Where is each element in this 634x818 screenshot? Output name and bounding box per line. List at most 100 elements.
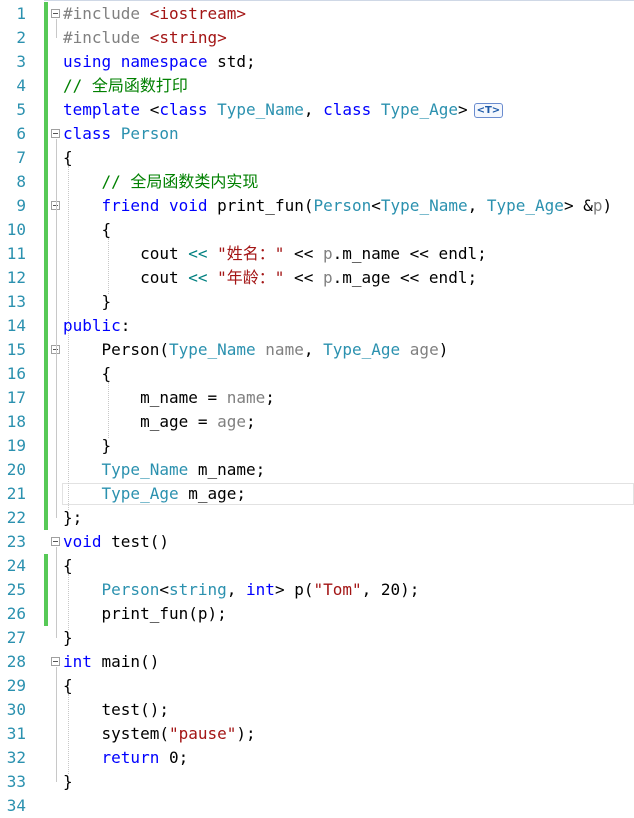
code-text[interactable]: cout << "姓名：" << p.m_name << endl; [63, 242, 487, 266]
code-text[interactable]: cout << "年龄：" << p.m_age << endl; [63, 266, 477, 290]
code-token: Type_Age [323, 340, 410, 359]
code-line[interactable]: 10 { [0, 218, 634, 242]
code-token: , [467, 196, 487, 215]
code-line[interactable]: 25 Person<string, int> p("Tom", 20); [0, 578, 634, 602]
code-text[interactable]: // 全局函数类内实现 [63, 170, 259, 194]
code-line[interactable]: 26 print_fun(p); [0, 602, 634, 626]
fold-outline [56, 547, 57, 638]
code-line[interactable]: 2 #include <string> [0, 26, 634, 50]
code-text[interactable]: public: [63, 314, 130, 338]
collapse-icon[interactable] [51, 537, 60, 546]
template-hint-icon[interactable]: <T> [473, 103, 504, 118]
code-token: Person [120, 124, 179, 143]
code-line[interactable]: 5 template <class Type_Name, class Type_A… [0, 98, 634, 122]
code-text[interactable]: Person(Type_Name name, Type_Age age) [63, 338, 449, 362]
code-text[interactable]: print_fun(p); [63, 602, 227, 626]
code-line[interactable]: 22}; [0, 506, 634, 530]
line-number: 20 [6, 460, 26, 479]
code-text[interactable]: using namespace std; [63, 50, 256, 74]
code-text[interactable]: { [63, 362, 112, 386]
change-marker [44, 290, 48, 314]
fold-outline [56, 667, 57, 782]
code-token: void [63, 532, 112, 551]
indent-guide [68, 694, 69, 774]
code-token: < [371, 196, 381, 215]
code-line[interactable]: 23 void test() [0, 530, 634, 554]
code-line[interactable]: 8 // 全局函数类内实现 [0, 170, 634, 194]
code-line[interactable]: 32 return 0; [0, 746, 634, 770]
code-text[interactable]: Type_Name m_name; [63, 458, 266, 482]
code-text[interactable]: friend void print_fun(Person<Type_Name, … [63, 194, 613, 218]
change-marker [44, 26, 48, 50]
code-text[interactable]: class Person [63, 122, 179, 146]
collapse-icon[interactable] [51, 129, 60, 138]
collapse-icon[interactable] [51, 657, 60, 666]
code-token: { [63, 220, 112, 239]
code-line[interactable]: 27} [0, 626, 634, 650]
code-text[interactable]: void test() [63, 530, 169, 554]
code-line[interactable]: 34 [0, 794, 634, 818]
code-text[interactable]: int main() [63, 650, 159, 674]
code-text[interactable]: m_name = name; [63, 386, 275, 410]
code-line[interactable]: 19 } [0, 434, 634, 458]
code-text[interactable]: test(); [63, 698, 169, 722]
change-marker [44, 98, 48, 122]
code-text[interactable]: // 全局函数打印 [63, 74, 188, 98]
code-line[interactable]: 29 { [0, 674, 634, 698]
code-line[interactable]: 20 Type_Name m_name; [0, 458, 634, 482]
code-text[interactable]: system("pause"); [63, 722, 256, 746]
code-text[interactable]: Person<string, int> p("Tom", 20); [63, 578, 420, 602]
code-token: age [409, 340, 439, 359]
code-text[interactable]: } [63, 434, 112, 458]
code-line[interactable]: 12 cout << "年龄：" << p.m_age << endl; [0, 266, 634, 290]
code-line[interactable]: 11 cout << "姓名：" << p.m_name << endl; [0, 242, 634, 266]
line-number: 15 [6, 340, 26, 359]
code-text[interactable]: m_age = age; [63, 410, 256, 434]
code-line[interactable]: 1 #include <iostream> [0, 2, 634, 26]
code-text[interactable]: { [63, 218, 112, 242]
code-line[interactable]: 30 test(); [0, 698, 634, 722]
code-line[interactable]: 6 class Person [0, 122, 634, 146]
code-token: p [322, 244, 333, 263]
code-line[interactable]: 28 int main() [0, 650, 634, 674]
code-token: < [159, 580, 169, 599]
code-token: { [63, 556, 73, 575]
code-line[interactable]: 31 system("pause"); [0, 722, 634, 746]
code-line[interactable]: 9 friend void print_fun(Person<Type_Name… [0, 194, 634, 218]
code-text[interactable]: }; [63, 506, 82, 530]
code-line[interactable]: 3 using namespace std; [0, 50, 634, 74]
code-token: public [63, 316, 121, 335]
line-number: 5 [16, 100, 26, 119]
code-text[interactable]: } [63, 290, 112, 314]
code-line[interactable]: 17 m_name = name; [0, 386, 634, 410]
code-text[interactable]: return 0; [63, 746, 189, 770]
code-line[interactable]: 15 Person(Type_Name name, Type_Age age) [0, 338, 634, 362]
code-text[interactable]: #include <string> [63, 26, 227, 50]
line-number: 30 [6, 700, 26, 719]
fold-outline [56, 139, 57, 518]
code-line[interactable]: 4 // 全局函数打印 [0, 74, 634, 98]
code-token: << [188, 244, 208, 263]
code-token: } [63, 292, 112, 311]
code-text[interactable]: Type_Age m_age; [63, 482, 247, 506]
code-token: { [63, 364, 112, 383]
code-line[interactable]: 21 Type_Age m_age; [0, 482, 634, 506]
code-token: // 全局函数类内实现 [63, 172, 259, 191]
collapse-icon[interactable] [51, 9, 60, 18]
code-token: .m_name << endl; [332, 244, 487, 263]
line-number: 27 [6, 628, 26, 647]
code-line[interactable]: 24 { [0, 554, 634, 578]
code-line[interactable]: 14 public: [0, 314, 634, 338]
code-line[interactable]: 16 { [0, 362, 634, 386]
change-marker [44, 386, 48, 410]
code-line[interactable]: 13 } [0, 290, 634, 314]
code-text[interactable]: template <class Type_Name, class Type_Ag… [63, 98, 504, 122]
code-token: , [303, 100, 324, 119]
code-line[interactable]: 7{ [0, 146, 634, 170]
code-token: print_fun( [217, 196, 314, 215]
code-text[interactable]: #include <iostream> [63, 2, 246, 26]
code-line[interactable]: 33} [0, 770, 634, 794]
code-line[interactable]: 18 m_age = age; [0, 410, 634, 434]
code-editor[interactable]: 1 #include <iostream> 2 #include <string> 3 u… [0, 0, 634, 817]
